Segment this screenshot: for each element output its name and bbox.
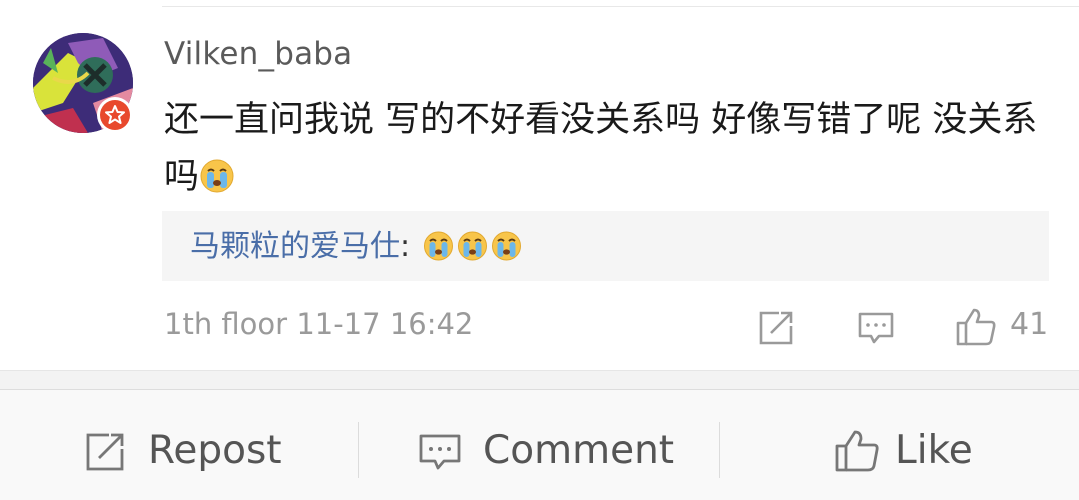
- verified-badge-icon: [97, 97, 133, 133]
- like-count: 41: [1010, 307, 1049, 342]
- section-gap: [0, 371, 1079, 389]
- comment-detail-page: Vilken_baba 还一直问我说 写的不好看没关系吗 好像写错了呢 没关系吗…: [0, 0, 1079, 500]
- reply-line: 马颗粒的爱马仕:: [190, 225, 522, 269]
- comment-icon: [419, 434, 461, 470]
- repost-label: Repost: [148, 428, 282, 473]
- reply-colon: :: [400, 229, 411, 264]
- floor-label: 1th floor: [164, 307, 288, 341]
- username[interactable]: Vilken_baba: [164, 36, 352, 72]
- like-icon[interactable]: [955, 307, 997, 347]
- like-label: Like: [895, 428, 973, 473]
- reply-author[interactable]: 马颗粒的爱马仕: [190, 229, 400, 264]
- crying-face-emoji-icon: [200, 159, 234, 193]
- top-divider: [162, 6, 1079, 7]
- bottom-action-bar: Repost Comment Like: [0, 390, 1079, 500]
- comment-body: 还一直问我说 写的不好看没关系吗 好像写错了呢 没关系吗: [164, 100, 1038, 197]
- repost-icon[interactable]: [757, 309, 795, 347]
- crying-face-emoji-icon: [491, 231, 521, 261]
- like-button[interactable]: Like: [720, 390, 1079, 500]
- comment-button[interactable]: Comment: [359, 390, 719, 500]
- like-icon: [835, 430, 879, 472]
- reply-preview[interactable]: 马颗粒的爱马仕:: [162, 211, 1049, 281]
- comment-meta: 1th floor 11-17 16:42: [164, 307, 473, 341]
- comment-icon[interactable]: [857, 309, 895, 347]
- comment-text: 还一直问我说 写的不好看没关系吗 好像写错了呢 没关系吗: [164, 92, 1054, 206]
- comment-label: Comment: [483, 428, 675, 473]
- crying-face-emoji-icon: [457, 231, 487, 261]
- repost-button[interactable]: Repost: [0, 390, 358, 500]
- repost-icon: [86, 433, 124, 471]
- crying-face-emoji-icon: [423, 231, 453, 261]
- avatar[interactable]: [33, 33, 133, 133]
- timestamp: 11-17 16:42: [296, 307, 474, 341]
